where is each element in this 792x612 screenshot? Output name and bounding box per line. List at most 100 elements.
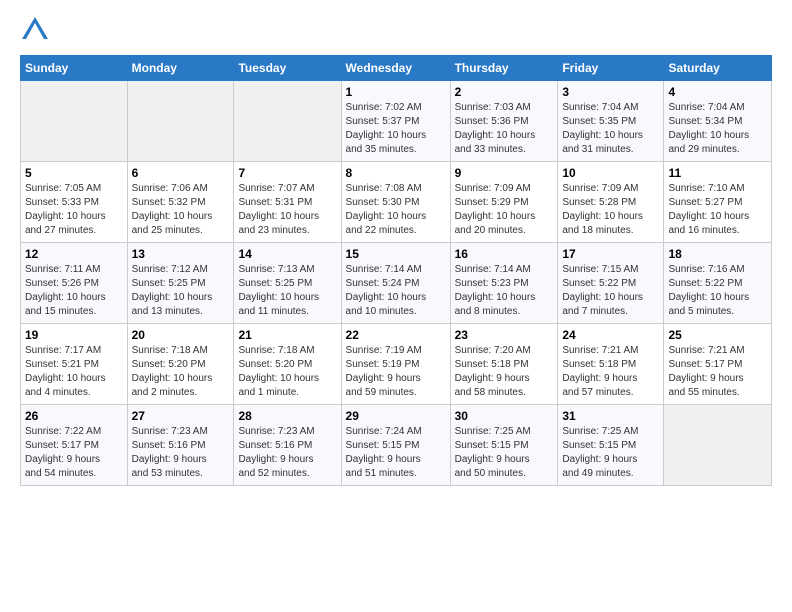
- day-info: Sunrise: 7:11 AM Sunset: 5:26 PM Dayligh…: [25, 263, 123, 319]
- day-number: 30: [455, 409, 554, 423]
- day-cell: 18 Sunrise: 7:16 AM Sunset: 5:22 PM Dayli…: [664, 243, 772, 324]
- day-number: 29: [346, 409, 446, 423]
- day-number: 21: [238, 328, 336, 342]
- day-number: 26: [25, 409, 123, 423]
- day-info: Sunrise: 7:10 AM Sunset: 5:27 PM Dayligh…: [668, 182, 767, 238]
- day-number: 20: [132, 328, 230, 342]
- page: SundayMondayTuesdayWednesdayThursdayFrid…: [0, 0, 792, 496]
- day-info: Sunrise: 7:15 AM Sunset: 5:22 PM Dayligh…: [562, 263, 659, 319]
- day-info: Sunrise: 7:08 AM Sunset: 5:30 PM Dayligh…: [346, 182, 446, 238]
- day-number: 24: [562, 328, 659, 342]
- day-cell: 21 Sunrise: 7:18 AM Sunset: 5:20 PM Dayli…: [234, 324, 341, 405]
- day-info: Sunrise: 7:09 AM Sunset: 5:29 PM Dayligh…: [455, 182, 554, 238]
- day-number: 31: [562, 409, 659, 423]
- day-cell: 26 Sunrise: 7:22 AM Sunset: 5:17 PM Dayli…: [21, 405, 128, 486]
- day-cell: 19 Sunrise: 7:17 AM Sunset: 5:21 PM Dayli…: [21, 324, 128, 405]
- day-info: Sunrise: 7:12 AM Sunset: 5:25 PM Dayligh…: [132, 263, 230, 319]
- calendar: SundayMondayTuesdayWednesdayThursdayFrid…: [20, 55, 772, 486]
- day-cell: 24 Sunrise: 7:21 AM Sunset: 5:18 PM Dayli…: [558, 324, 664, 405]
- logo: [20, 15, 54, 45]
- day-number: 17: [562, 247, 659, 261]
- day-number: 13: [132, 247, 230, 261]
- day-info: Sunrise: 7:25 AM Sunset: 5:15 PM Dayligh…: [455, 425, 554, 481]
- week-row-3: 12 Sunrise: 7:11 AM Sunset: 5:26 PM Dayli…: [21, 243, 772, 324]
- day-cell: 15Sunrise: 7:14 AM Sunset: 5:24 PM Dayli…: [341, 243, 450, 324]
- day-number: 12: [25, 247, 123, 261]
- day-info: Sunrise: 7:24 AM Sunset: 5:15 PM Dayligh…: [346, 425, 446, 481]
- day-number: 27: [132, 409, 230, 423]
- day-cell: 12 Sunrise: 7:11 AM Sunset: 5:26 PM Dayli…: [21, 243, 128, 324]
- day-info: Sunrise: 7:25 AM Sunset: 5:15 PM Dayligh…: [562, 425, 659, 481]
- day-cell: 25Sunrise: 7:21 AM Sunset: 5:17 PM Dayli…: [664, 324, 772, 405]
- day-info: Sunrise: 7:21 AM Sunset: 5:17 PM Dayligh…: [668, 344, 767, 400]
- day-cell: 13 Sunrise: 7:12 AM Sunset: 5:25 PM Dayli…: [127, 243, 234, 324]
- day-cell: 10 Sunrise: 7:09 AM Sunset: 5:28 PM Dayli…: [558, 162, 664, 243]
- day-cell: 31 Sunrise: 7:25 AM Sunset: 5:15 PM Dayli…: [558, 405, 664, 486]
- day-info: Sunrise: 7:16 AM Sunset: 5:22 PM Dayligh…: [668, 263, 767, 319]
- day-cell: 2 Sunrise: 7:03 AM Sunset: 5:36 PM Daylig…: [450, 81, 558, 162]
- week-row-4: 19 Sunrise: 7:17 AM Sunset: 5:21 PM Dayli…: [21, 324, 772, 405]
- header-monday: Monday: [127, 56, 234, 81]
- day-info: Sunrise: 7:23 AM Sunset: 5:16 PM Dayligh…: [238, 425, 336, 481]
- day-cell: 6Sunrise: 7:06 AM Sunset: 5:32 PM Daylig…: [127, 162, 234, 243]
- day-number: 18: [668, 247, 767, 261]
- header-tuesday: Tuesday: [234, 56, 341, 81]
- day-info: Sunrise: 7:17 AM Sunset: 5:21 PM Dayligh…: [25, 344, 123, 400]
- day-number: 16: [455, 247, 554, 261]
- day-info: Sunrise: 7:14 AM Sunset: 5:23 PM Dayligh…: [455, 263, 554, 319]
- day-number: 1: [346, 85, 446, 99]
- day-number: 15: [346, 247, 446, 261]
- day-cell: 29 Sunrise: 7:24 AM Sunset: 5:15 PM Dayli…: [341, 405, 450, 486]
- day-number: 23: [455, 328, 554, 342]
- header-thursday: Thursday: [450, 56, 558, 81]
- day-number: 19: [25, 328, 123, 342]
- day-number: 6: [132, 166, 230, 180]
- day-info: Sunrise: 7:13 AM Sunset: 5:25 PM Dayligh…: [238, 263, 336, 319]
- day-cell: 22Sunrise: 7:19 AM Sunset: 5:19 PM Dayli…: [341, 324, 450, 405]
- day-cell: [127, 81, 234, 162]
- day-cell: [234, 81, 341, 162]
- day-cell: 5Sunrise: 7:05 AM Sunset: 5:33 PM Daylig…: [21, 162, 128, 243]
- day-cell: 27 Sunrise: 7:23 AM Sunset: 5:16 PM Dayli…: [127, 405, 234, 486]
- day-info: Sunrise: 7:23 AM Sunset: 5:16 PM Dayligh…: [132, 425, 230, 481]
- day-info: Sunrise: 7:21 AM Sunset: 5:18 PM Dayligh…: [562, 344, 659, 400]
- header-friday: Friday: [558, 56, 664, 81]
- header-wednesday: Wednesday: [341, 56, 450, 81]
- day-number: 10: [562, 166, 659, 180]
- logo-icon: [20, 15, 50, 45]
- day-cell: 7 Sunrise: 7:07 AM Sunset: 5:31 PM Daylig…: [234, 162, 341, 243]
- day-cell: 8 Sunrise: 7:08 AM Sunset: 5:30 PM Daylig…: [341, 162, 450, 243]
- week-row-1: 1 Sunrise: 7:02 AM Sunset: 5:37 PM Daylig…: [21, 81, 772, 162]
- day-cell: 4Sunrise: 7:04 AM Sunset: 5:34 PM Daylig…: [664, 81, 772, 162]
- day-info: Sunrise: 7:22 AM Sunset: 5:17 PM Dayligh…: [25, 425, 123, 481]
- day-info: Sunrise: 7:09 AM Sunset: 5:28 PM Dayligh…: [562, 182, 659, 238]
- day-cell: 28Sunrise: 7:23 AM Sunset: 5:16 PM Dayli…: [234, 405, 341, 486]
- day-cell: 9 Sunrise: 7:09 AM Sunset: 5:29 PM Daylig…: [450, 162, 558, 243]
- day-info: Sunrise: 7:03 AM Sunset: 5:36 PM Dayligh…: [455, 101, 554, 157]
- day-number: 7: [238, 166, 336, 180]
- day-cell: 23 Sunrise: 7:20 AM Sunset: 5:18 PM Dayli…: [450, 324, 558, 405]
- day-number: 3: [562, 85, 659, 99]
- day-number: 2: [455, 85, 554, 99]
- header-sunday: Sunday: [21, 56, 128, 81]
- day-number: 14: [238, 247, 336, 261]
- day-cell: 30 Sunrise: 7:25 AM Sunset: 5:15 PM Dayli…: [450, 405, 558, 486]
- day-number: 11: [668, 166, 767, 180]
- day-cell: 14 Sunrise: 7:13 AM Sunset: 5:25 PM Dayli…: [234, 243, 341, 324]
- day-info: Sunrise: 7:05 AM Sunset: 5:33 PM Dayligh…: [25, 182, 123, 238]
- day-cell: 3 Sunrise: 7:04 AM Sunset: 5:35 PM Daylig…: [558, 81, 664, 162]
- day-cell: 17 Sunrise: 7:15 AM Sunset: 5:22 PM Dayli…: [558, 243, 664, 324]
- day-cell: 16 Sunrise: 7:14 AM Sunset: 5:23 PM Dayli…: [450, 243, 558, 324]
- day-info: Sunrise: 7:20 AM Sunset: 5:18 PM Dayligh…: [455, 344, 554, 400]
- week-row-5: 26 Sunrise: 7:22 AM Sunset: 5:17 PM Dayli…: [21, 405, 772, 486]
- day-info: Sunrise: 7:19 AM Sunset: 5:19 PM Dayligh…: [346, 344, 446, 400]
- day-cell: 20Sunrise: 7:18 AM Sunset: 5:20 PM Dayli…: [127, 324, 234, 405]
- day-info: Sunrise: 7:04 AM Sunset: 5:35 PM Dayligh…: [562, 101, 659, 157]
- day-info: Sunrise: 7:02 AM Sunset: 5:37 PM Dayligh…: [346, 101, 446, 157]
- calendar-header-row: SundayMondayTuesdayWednesdayThursdayFrid…: [21, 56, 772, 81]
- day-number: 9: [455, 166, 554, 180]
- day-info: Sunrise: 7:07 AM Sunset: 5:31 PM Dayligh…: [238, 182, 336, 238]
- day-number: 8: [346, 166, 446, 180]
- day-info: Sunrise: 7:18 AM Sunset: 5:20 PM Dayligh…: [238, 344, 336, 400]
- header: [20, 15, 772, 45]
